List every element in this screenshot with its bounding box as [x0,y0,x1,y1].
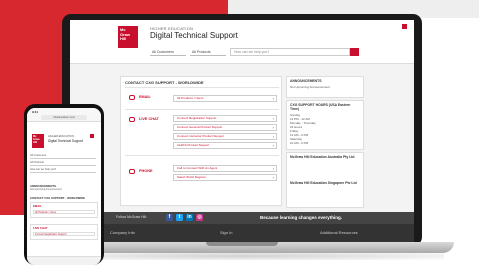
phone-chat-card: LIVE CHAT Connect Registration Support [30,224,98,240]
customers-filter[interactable]: All Customers [150,49,186,56]
contact-panel-title: CONTACT CXG SUPPORT - WORLDWIDE [125,80,204,85]
chevron-right-icon: › [272,116,274,121]
email-icon [129,95,135,100]
phone-label: PHONE [139,169,153,173]
search-input[interactable]: How can we help you? [230,48,350,56]
phone-row[interactable]: Select World Regions › [173,174,277,181]
chat-row[interactable]: Connect Registration Support › [173,115,277,122]
follow-label: Follow McGraw Hill: [116,215,147,219]
linkedin-icon[interactable]: in [186,214,193,221]
search-button[interactable] [350,48,359,56]
address-title: McGraw Hill Education Australia Pty Ltd [290,155,355,159]
site-header: Mc Graw Hill HIGHER EDUCATION Digital Te… [70,20,414,64]
footer-link-company-info[interactable]: Company Info [110,230,135,235]
chat-row[interactable]: Connect Instructor Product Support › [173,133,277,140]
phone-brand-logo[interactable]: Mc Graw Hill [32,134,44,148]
phone-browser-bar: 9:41 mheducation.com [27,108,101,122]
phone-search-input[interactable]: How can we help you? [30,168,96,173]
phone-row-label: Call to Connect With An Agent [177,166,218,170]
divider [125,87,279,88]
page-title: Digital Technical Support [150,31,238,40]
footer-link-additional-resources[interactable]: Additional Resources [320,230,358,235]
menu-icon[interactable] [402,24,407,29]
laptop-screen: Mc Graw Hill HIGHER EDUCATION Digital Te… [70,20,414,242]
chat-row[interactable]: ALEKS Product Support › [173,142,277,149]
phone-email-label: EMAIL [33,204,42,208]
phone-email-row[interactable]: All Products / Users [33,210,95,214]
live-chat-label: LIVE CHAT [139,117,159,121]
address-title: McGraw Hill Education Singapore Pte Ltd [290,181,357,185]
phone-subtitle: HIGHER EDUCATION [48,135,74,138]
divider [125,109,279,110]
address-block [287,161,363,179]
phone-row[interactable]: Call to Connect With An Agent › [173,165,277,172]
chevron-right-icon: › [272,134,274,139]
phone-time: 9:41 [32,110,39,114]
phone-email-card: EMAIL All Products / Users [30,202,98,218]
chat-row-label: Connect Registration Support [177,116,217,120]
phone-contact-title: CONTACT CXG SUPPORT - WORLDWIDE [30,196,85,200]
announcements-title: ANNOUNCEMENTS [290,79,322,83]
product-hero: Mc Graw Hill HIGHER EDUCATION Digital Te… [0,0,479,265]
phone-products-filter[interactable]: All Products [30,161,96,166]
phone-chat-row[interactable]: Connect Registration Support [33,232,95,236]
chevron-right-icon: › [272,143,274,148]
hours-line: 10 AM - 6 PM [290,141,309,145]
chat-row-label: ALEKS Product Support [177,143,210,147]
email-row[interactable]: All Products / Users › [173,95,277,102]
phone-bottom-toolbar [27,256,101,265]
email-label: EMAIL [139,95,151,99]
email-row-label: All Products / Users [177,96,204,100]
phone-menu-icon[interactable] [90,134,94,138]
twitter-icon[interactable]: t [176,214,183,221]
facebook-icon[interactable]: f [166,214,173,221]
laptop-notch [206,242,278,246]
chat-row[interactable]: Connect General Product Support › [173,124,277,131]
phone-url-bar[interactable]: mheducation.com [41,115,87,120]
address-card: McGraw Hill Education Australia Pty Ltd … [286,152,364,208]
chevron-right-icon: › [272,96,274,101]
phone-row-label: Select World Regions [177,175,206,179]
brand-logo[interactable]: Mc Graw Hill [118,26,138,48]
chevron-right-icon: › [272,166,274,171]
phone-screen: 9:41 mheducation.com Mc Graw Hill HIGHER… [27,108,101,265]
instagram-icon[interactable]: ◎ [196,214,203,221]
support-hours-card: CXG SUPPORT HOURS (USA Eastern Time) Sun… [286,100,364,150]
phone-announcements-text: Not Upcoming Announcement [30,188,62,191]
announcements-card: ANNOUNCEMENTS Not Upcoming Announcement [286,76,364,98]
phone-icon [129,169,135,174]
phone-page-title: Digital Technical Support [48,139,84,143]
footer-link-sign-in[interactable]: Sign In [220,230,232,235]
chat-row-label: Connect General Product Support [177,125,223,129]
contact-panel: CONTACT CXG SUPPORT - WORLDWIDE EMAIL Al… [120,76,282,206]
phone-chat-label: LIVE CHAT [33,226,48,230]
tagline: Because learning changes everything. [260,215,343,220]
chat-row-label: Connect Instructor Product Support [177,134,225,138]
chevron-right-icon: › [272,175,274,180]
chat-icon [129,117,135,122]
divider [125,155,279,156]
announcements-text: Not Upcoming Announcement [290,85,330,89]
phone-customers-filter[interactable]: All Customers [30,154,96,159]
support-hours-title: CXG SUPPORT HOURS (USA Eastern Time) [290,103,351,111]
products-filter[interactable]: All Products [190,49,226,56]
chevron-right-icon: › [272,125,274,130]
